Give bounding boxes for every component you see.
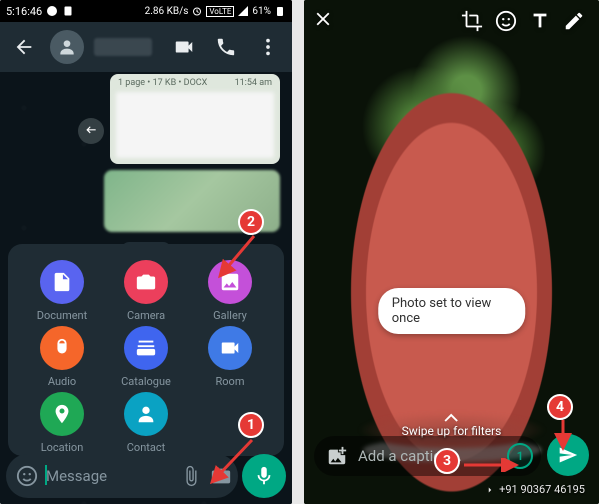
video-call-button[interactable]: [168, 36, 200, 58]
text-button[interactable]: [523, 10, 557, 32]
sticker-button[interactable]: [489, 10, 523, 32]
camera-input-icon[interactable]: [210, 465, 232, 487]
add-photo-icon[interactable]: [326, 445, 348, 467]
signal-icon: [237, 5, 249, 17]
camera-icon: [124, 260, 168, 304]
attach-document-label: Document: [37, 309, 87, 322]
doc-time: 11:54 am: [235, 78, 272, 88]
sent-document-bubble[interactable]: 1 page • 17 KB • DOCX 11:54 am: [110, 74, 280, 164]
status-netspeed: 2.86 KB/s: [145, 6, 189, 17]
mic-button[interactable]: [242, 454, 286, 498]
chevron-up-icon: [444, 412, 460, 422]
editor-toolbar: [312, 8, 591, 34]
catalogue-icon: [124, 326, 168, 370]
attach-gallery[interactable]: Gallery: [208, 260, 252, 322]
voice-call-button[interactable]: [210, 36, 242, 58]
recipient-label: +91 90367 46195: [499, 483, 585, 496]
attach-camera[interactable]: Camera: [124, 260, 168, 322]
annotation-badge-1: 1: [238, 412, 264, 438]
attach-gallery-label: Gallery: [213, 309, 247, 322]
sim-icon: [62, 5, 74, 17]
message-input[interactable]: Message: [46, 467, 172, 485]
room-icon: [208, 326, 252, 370]
chevron-right-icon: [485, 485, 495, 495]
share-arrow-icon: [84, 124, 98, 138]
doc-preview-blurred: [116, 92, 274, 158]
contact-name-redacted[interactable]: [94, 38, 152, 56]
message-placeholder: Message: [46, 467, 107, 485]
contact-avatar[interactable]: [50, 30, 84, 64]
attach-catalogue[interactable]: Catalogue: [121, 326, 171, 388]
gallery-icon: [208, 260, 252, 304]
status-battery: 61%: [252, 6, 271, 17]
attach-audio-label: Audio: [48, 375, 76, 388]
view-once-toggle[interactable]: 1: [507, 443, 533, 469]
view-once-toast: Photo set to view once: [378, 288, 526, 334]
attach-room[interactable]: Room: [208, 326, 252, 388]
audio-icon: [40, 326, 84, 370]
attach-document[interactable]: Document: [37, 260, 87, 322]
attachment-icon[interactable]: [180, 465, 202, 487]
attach-location-label: Location: [41, 441, 84, 454]
forward-icon[interactable]: [78, 118, 104, 144]
attach-audio[interactable]: Audio: [40, 326, 84, 388]
attach-contact[interactable]: Contact: [124, 392, 168, 454]
emoji-icon[interactable]: [16, 465, 38, 487]
attach-room-label: Room: [216, 375, 245, 388]
annotation-badge-3: 3: [434, 448, 460, 474]
annotation-badge-2: 2: [238, 209, 264, 235]
location-icon: [40, 392, 84, 436]
status-time: 5:16:46: [6, 5, 42, 18]
android-statusbar: 5:16:46 2.86 KB/s VoLTE 61%: [0, 0, 292, 22]
close-button[interactable]: [312, 8, 344, 34]
draw-button[interactable]: [557, 10, 591, 32]
attach-camera-label: Camera: [127, 309, 165, 322]
send-icon: [558, 445, 578, 465]
caption-input-bar[interactable]: Add a caption... 1: [314, 436, 541, 476]
swipe-up-hint[interactable]: Swipe up for filters: [402, 412, 502, 438]
more-button[interactable]: [252, 36, 284, 58]
attach-location[interactable]: Location: [40, 392, 84, 454]
whatsapp-notif-icon: [46, 5, 58, 17]
caption-input[interactable]: Add a caption...: [358, 447, 497, 465]
send-button[interactable]: [547, 434, 589, 476]
whatsapp-image-editor-screen: Photo set to view once Swipe up for filt…: [304, 0, 599, 504]
crop-button[interactable]: [455, 10, 489, 32]
document-icon: [40, 260, 84, 304]
volte-badge: VoLTE: [206, 6, 234, 17]
chat-header: [0, 22, 292, 72]
attach-contact-label: Contact: [127, 441, 165, 454]
message-input-bar[interactable]: Message: [6, 454, 238, 498]
contact-icon: [124, 392, 168, 436]
whatsapp-chat-screen: 5:16:46 2.86 KB/s VoLTE 61%: [0, 0, 292, 504]
recipient-chip[interactable]: +91 90367 46195: [485, 483, 585, 496]
back-button[interactable]: [8, 36, 40, 58]
annotation-badge-4: 4: [547, 394, 573, 420]
attach-catalogue-label: Catalogue: [121, 375, 171, 388]
doc-meta: 1 page • 17 KB • DOCX: [118, 78, 207, 88]
alarm-icon: [191, 5, 203, 17]
battery-icon: [274, 5, 286, 17]
